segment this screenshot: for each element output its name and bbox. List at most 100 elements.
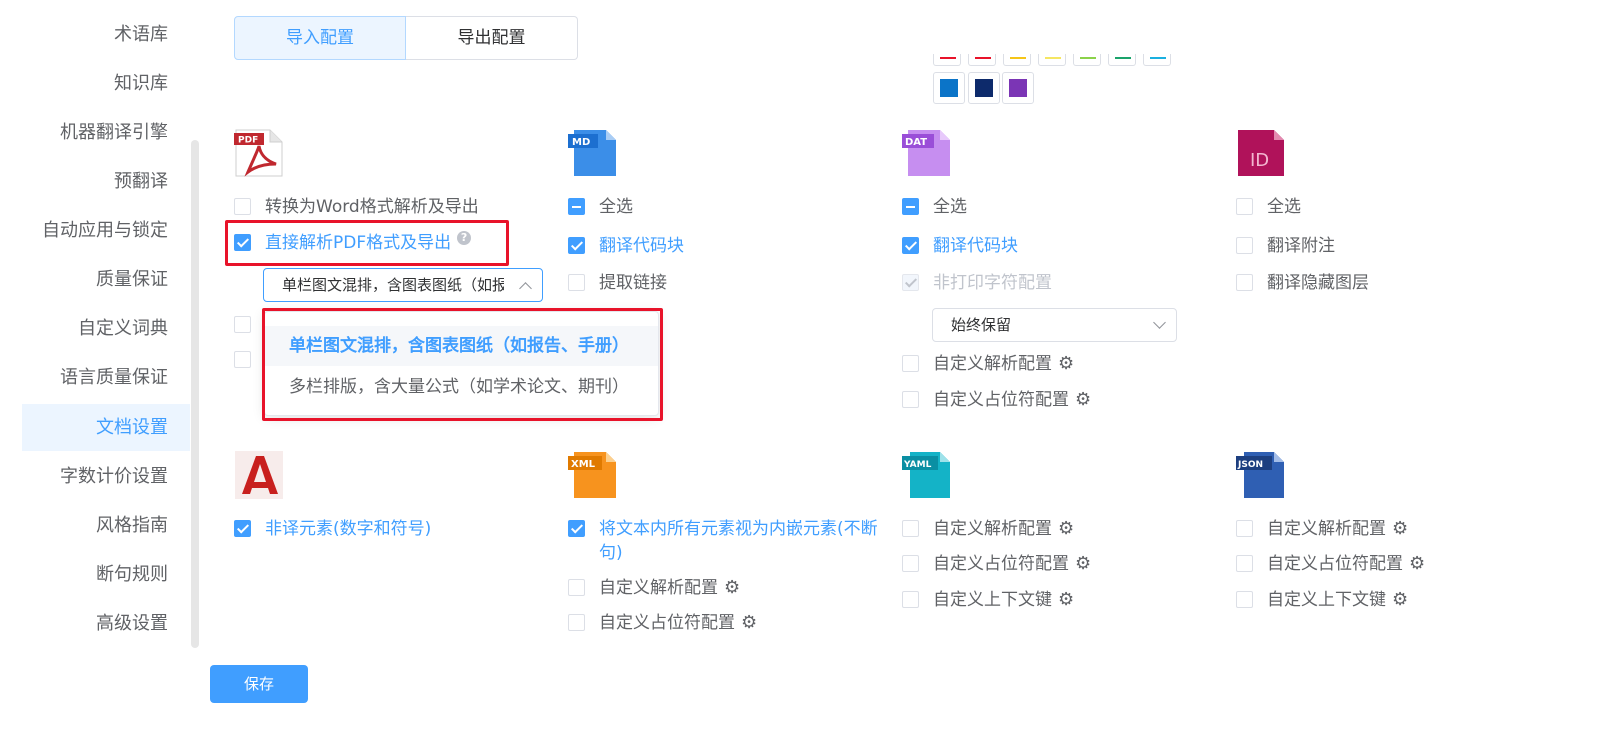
- dat-translate-code-label: 翻译代码块: [933, 236, 1018, 256]
- sidebar-item-termbase[interactable]: 术语库: [22, 11, 190, 58]
- color-swatch-blue[interactable]: [933, 72, 965, 104]
- help-icon[interactable]: ?: [457, 231, 472, 245]
- gear-icon[interactable]: ⚙: [1392, 517, 1408, 541]
- color-swatch-top[interactable]: [1143, 54, 1171, 66]
- dat-nonprint-checkbox[interactable]: [902, 274, 919, 291]
- xml-inline-checkbox[interactable]: [568, 520, 585, 537]
- json-custom-placeholder-checkbox[interactable]: [1236, 555, 1253, 572]
- indesign-file-icon: ID: [1238, 130, 1284, 176]
- md-extract-links-checkbox[interactable]: [568, 274, 585, 291]
- dat-keep-select[interactable]: 始终保留: [932, 308, 1177, 342]
- gear-icon[interactable]: ⚙: [1058, 517, 1074, 541]
- md-translate-code-checkbox[interactable]: [568, 237, 585, 254]
- sidebar-scrollbar[interactable]: [191, 140, 199, 648]
- indesign-select-all-checkbox[interactable]: [1236, 198, 1253, 215]
- md-select-all-option[interactable]: 全选: [568, 195, 633, 219]
- xml-custom-parse-option[interactable]: 自定义解析配置 ⚙: [568, 576, 740, 600]
- yaml-custom-parse-option[interactable]: 自定义解析配置 ⚙: [902, 517, 1074, 541]
- save-button[interactable]: 保存: [210, 665, 308, 703]
- json-custom-parse-checkbox[interactable]: [1236, 520, 1253, 537]
- dat-custom-placeholder-checkbox[interactable]: [902, 391, 919, 408]
- yaml-custom-parse-checkbox[interactable]: [902, 520, 919, 537]
- gear-icon[interactable]: ⚙: [724, 576, 740, 600]
- pdf-direct-parse-option[interactable]: 直接解析PDF格式及导出 ?: [234, 231, 472, 255]
- indesign-translate-notes-checkbox[interactable]: [1236, 237, 1253, 254]
- dat-select-all-checkbox[interactable]: [902, 198, 919, 215]
- gear-icon[interactable]: ⚙: [1058, 588, 1074, 612]
- color-swatch-navy[interactable]: [968, 72, 1000, 104]
- indesign-select-all-label: 全选: [1267, 197, 1301, 217]
- md-select-all-checkbox[interactable]: [568, 198, 585, 215]
- md-translate-code-option[interactable]: 翻译代码块: [568, 234, 684, 258]
- sidebar-item-doc-settings[interactable]: 文档设置: [22, 404, 190, 451]
- color-swatch-top[interactable]: [1003, 54, 1031, 66]
- sidebar-item-mt-engine[interactable]: 机器翻译引擎: [22, 109, 190, 156]
- sidebar-item-knowledge[interactable]: 知识库: [22, 60, 190, 107]
- color-swatch-top[interactable]: [1073, 54, 1101, 66]
- dat-nonprint-label: 非打印字符配置: [933, 273, 1052, 293]
- sidebar-item-pretranslate[interactable]: 预翻译: [22, 158, 190, 205]
- dat-translate-code-option[interactable]: 翻译代码块: [902, 234, 1018, 258]
- dat-custom-parse-option[interactable]: 自定义解析配置 ⚙: [902, 352, 1074, 376]
- sidebar: 术语库 知识库 机器翻译引擎 预翻译 自动应用与锁定 质量保证 自定义词典 语言…: [0, 0, 200, 736]
- xml-inline-option[interactable]: 将文本内所有元素视为内嵌元素(不断 句): [568, 517, 878, 565]
- autocad-non-translate-option[interactable]: 非译元素(数字和符号): [234, 517, 431, 541]
- color-swatch-top[interactable]: [933, 54, 961, 66]
- tab-export[interactable]: 导出配置: [406, 16, 578, 60]
- json-custom-context-checkbox[interactable]: [1236, 591, 1253, 608]
- pdf-hidden-option-1[interactable]: [234, 313, 265, 333]
- dat-nonprint-option[interactable]: 非打印字符配置: [902, 271, 1052, 295]
- yaml-custom-placeholder-option[interactable]: 自定义占位符配置 ⚙: [902, 552, 1091, 576]
- pdf-hidden-checkbox-2[interactable]: [234, 351, 251, 368]
- gear-icon[interactable]: ⚙: [1075, 388, 1091, 412]
- pdf-mode-option-single-column[interactable]: 单栏图文混排，含图表图纸（如报告、手册）: [265, 326, 658, 366]
- sidebar-item-auto-apply[interactable]: 自动应用与锁定: [22, 207, 190, 254]
- autocad-non-translate-checkbox[interactable]: [234, 520, 251, 537]
- sidebar-item-style-guide[interactable]: 风格指南: [22, 502, 190, 549]
- pdf-hidden-option-2[interactable]: [234, 348, 265, 368]
- pdf-word-convert-option[interactable]: 转换为Word格式解析及导出: [234, 195, 479, 219]
- sidebar-item-lqa[interactable]: 语言质量保证: [22, 354, 190, 401]
- color-swatch-top[interactable]: [968, 54, 996, 66]
- yaml-custom-context-checkbox[interactable]: [902, 591, 919, 608]
- pdf-direct-parse-checkbox[interactable]: [234, 234, 251, 251]
- sidebar-item-advanced[interactable]: 高级设置: [22, 600, 190, 647]
- pdf-word-convert-checkbox[interactable]: [234, 198, 251, 215]
- gear-icon[interactable]: ⚙: [1409, 552, 1425, 576]
- color-swatch-top[interactable]: [1038, 54, 1066, 66]
- sidebar-item-qa[interactable]: 质量保证: [22, 256, 190, 303]
- dat-custom-placeholder-option[interactable]: 自定义占位符配置 ⚙: [902, 388, 1091, 412]
- xml-custom-parse-checkbox[interactable]: [568, 579, 585, 596]
- pdf-mode-option-multi-column[interactable]: 多栏排版，含大量公式（如学术论文、期刊）: [265, 367, 658, 407]
- gear-icon[interactable]: ⚙: [1075, 552, 1091, 576]
- indesign-translate-hidden-checkbox[interactable]: [1236, 274, 1253, 291]
- gear-icon[interactable]: ⚙: [1392, 588, 1408, 612]
- indesign-translate-notes-option[interactable]: 翻译附注: [1236, 234, 1335, 258]
- autocad-file-icon: [235, 451, 283, 499]
- indesign-select-all-option[interactable]: 全选: [1236, 195, 1301, 219]
- xml-custom-placeholder-checkbox[interactable]: [568, 614, 585, 631]
- dat-select-all-option[interactable]: 全选: [902, 195, 967, 219]
- tab-import[interactable]: 导入配置: [234, 16, 406, 60]
- json-custom-placeholder-option[interactable]: 自定义占位符配置 ⚙: [1236, 552, 1425, 576]
- yaml-custom-context-option[interactable]: 自定义上下文键 ⚙: [902, 588, 1074, 612]
- pdf-hidden-checkbox-1[interactable]: [234, 316, 251, 333]
- md-extract-links-option[interactable]: 提取链接: [568, 271, 667, 295]
- svg-text:ID: ID: [1250, 150, 1269, 171]
- color-swatch-top[interactable]: [1108, 54, 1136, 66]
- gear-icon[interactable]: ⚙: [741, 611, 757, 635]
- gear-icon[interactable]: ⚙: [1058, 352, 1074, 376]
- yaml-custom-placeholder-checkbox[interactable]: [902, 555, 919, 572]
- json-custom-context-option[interactable]: 自定义上下文键 ⚙: [1236, 588, 1408, 612]
- pdf-mode-select[interactable]: 单栏图文混排，含图表图纸（如报告、手册）: [263, 268, 543, 302]
- color-swatch-purple[interactable]: [1002, 72, 1034, 104]
- pdf-mode-dropdown: 单栏图文混排，含图表图纸（如报告、手册） 多栏排版，含大量公式（如学术论文、期刊…: [264, 311, 659, 416]
- indesign-translate-hidden-option[interactable]: 翻译隐藏图层: [1236, 271, 1369, 295]
- xml-custom-placeholder-option[interactable]: 自定义占位符配置 ⚙: [568, 611, 757, 635]
- sidebar-item-segmentation[interactable]: 断句规则: [22, 551, 190, 598]
- json-custom-parse-option[interactable]: 自定义解析配置 ⚙: [1236, 517, 1408, 541]
- sidebar-item-wordcount[interactable]: 字数计价设置: [22, 453, 190, 500]
- sidebar-item-dictionary[interactable]: 自定义词典: [22, 305, 190, 352]
- dat-translate-code-checkbox[interactable]: [902, 237, 919, 254]
- dat-custom-parse-checkbox[interactable]: [902, 355, 919, 372]
